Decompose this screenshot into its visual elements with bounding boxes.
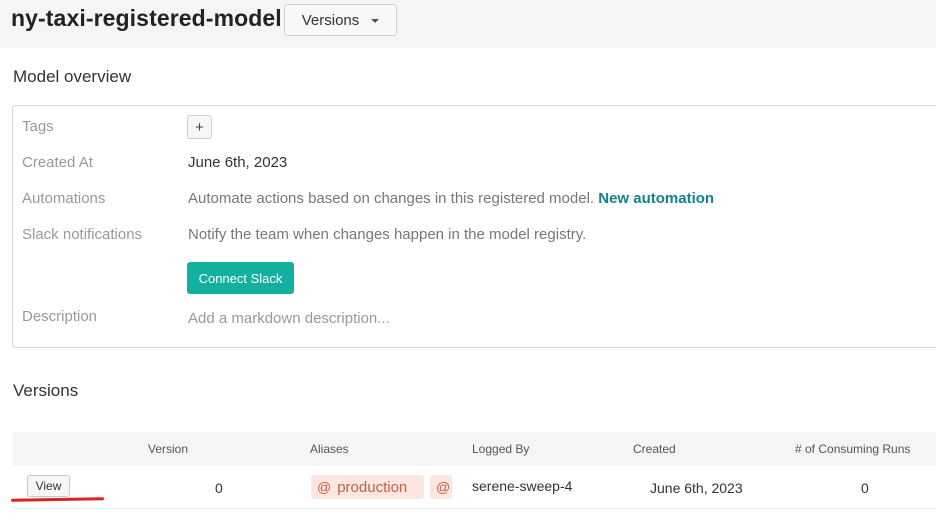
automations-row: Automate actions based on changes in thi…	[188, 190, 714, 207]
consuming-runs-count: 0	[861, 480, 869, 496]
model-overview-title: Model overview	[13, 67, 132, 86]
automations-text: Automate actions based on changes in thi…	[188, 190, 595, 207]
plus-icon: +	[195, 118, 204, 136]
logged-by-run-link[interactable]: serene-sweep-4	[472, 478, 572, 494]
alias-badge-production[interactable]: @ production	[311, 475, 424, 499]
column-header-logged-by[interactable]: Logged By	[472, 442, 529, 456]
alias-badge-overflow[interactable]: @	[430, 475, 452, 499]
created-at-value: June 6th, 2023	[188, 154, 288, 171]
view-version-button[interactable]: View	[27, 475, 70, 497]
at-icon: @	[436, 479, 451, 495]
model-title: ny-taxi-registered-model	[11, 5, 282, 31]
add-tag-button[interactable]: +	[187, 115, 212, 139]
slack-notifications-label: Slack notifications	[22, 226, 143, 243]
versions-dropdown[interactable]: Versions	[284, 4, 397, 36]
versions-title: Versions	[13, 381, 79, 400]
page-header: ny-taxi-registered-model Versions	[0, 0, 936, 48]
column-header-consuming-runs[interactable]: # of Consuming Runs	[795, 442, 910, 456]
tags-label: Tags	[22, 118, 54, 135]
column-header-created[interactable]: Created	[633, 442, 676, 456]
at-icon: @	[317, 479, 332, 495]
created-date: June 6th, 2023	[650, 480, 743, 496]
versions-dropdown-label: Versions	[301, 11, 360, 29]
created-at-label: Created At	[22, 154, 93, 171]
chevron-down-icon	[371, 19, 380, 23]
slack-notifications-text: Notify the team when changes happen in t…	[188, 226, 587, 243]
automations-label: Automations	[22, 190, 106, 207]
description-label: Description	[22, 308, 98, 325]
new-automation-link[interactable]: New automation	[598, 190, 714, 207]
column-header-version[interactable]: Version	[148, 442, 188, 456]
alias-label: production	[337, 478, 408, 496]
connect-slack-button[interactable]: Connect Slack	[187, 262, 294, 294]
version-number: 0	[215, 480, 223, 496]
column-header-aliases[interactable]: Aliases	[310, 442, 349, 456]
description-input[interactable]: Add a markdown description...	[188, 310, 390, 327]
